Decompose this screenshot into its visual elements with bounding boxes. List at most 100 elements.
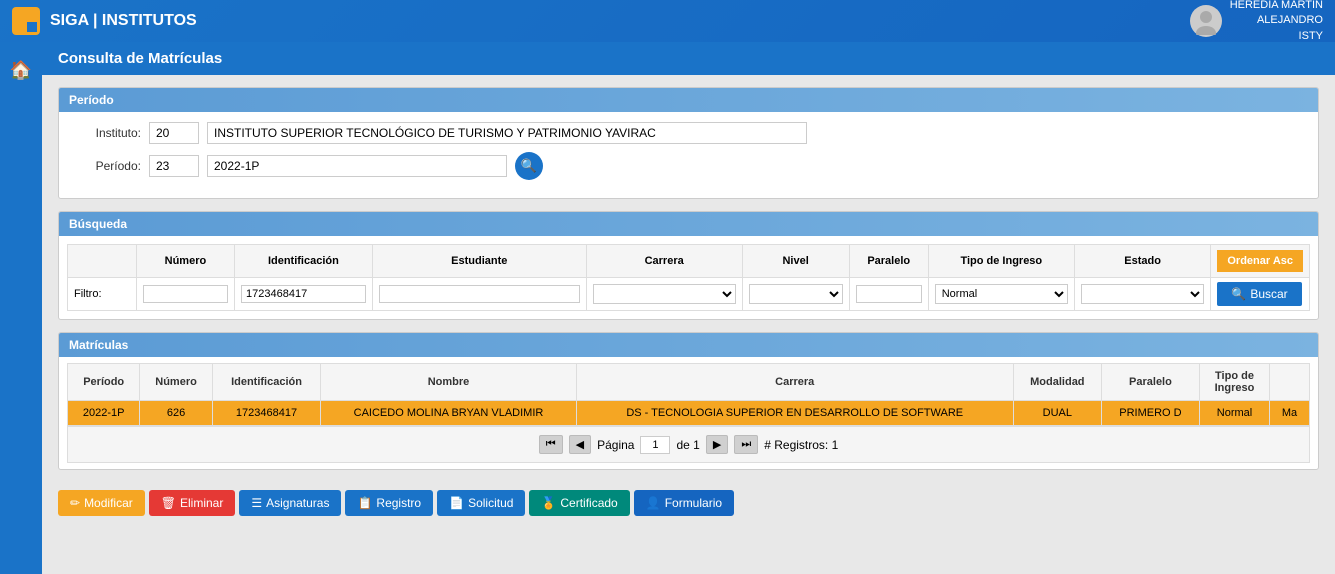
certificado-button[interactable]: 🏅 Certificado <box>529 490 629 516</box>
col-carrera: Carrera <box>576 364 1013 401</box>
home-icon[interactable]: 🏠 <box>3 52 39 88</box>
trash-icon: 🗑 <box>161 496 176 510</box>
nivel-filter-cell <box>742 278 849 311</box>
cell-carrera: DS - TECNOLOGIA SUPERIOR EN DESARROLLO D… <box>576 401 1013 426</box>
app-title: SIGA | INSTITUTOS <box>50 12 1190 30</box>
col-extra <box>1270 364 1310 401</box>
main-content: Consulta de Matrículas Período Instituto… <box>42 42 1335 574</box>
estado-filter-cell: Activo Inactivo <box>1074 278 1211 311</box>
paralelo-filter-input[interactable] <box>856 285 922 303</box>
nivel-filter-select[interactable] <box>749 284 843 304</box>
carrera-filter-select[interactable] <box>593 284 736 304</box>
col-tipo-ingreso: Tipo deIngreso <box>1199 364 1269 401</box>
clipboard-icon: 📋 <box>357 496 372 510</box>
nivel-col-header: Nivel <box>742 245 849 278</box>
cell-periodo: 2022-1P <box>68 401 140 426</box>
tipo-ingreso-col-header: Tipo de Ingreso <box>928 245 1074 278</box>
periodo-panel-header: Período <box>59 88 1318 112</box>
matriculas-panel: Matrículas Período Número Identificación… <box>58 332 1319 470</box>
user-details: HEREDIA MARTIN ALEJANDRO ISTY <box>1230 0 1323 44</box>
asignaturas-button[interactable]: ☰ Asignaturas <box>239 490 341 516</box>
periodo-search-button[interactable]: 🔍 <box>515 152 543 180</box>
buscar-button[interactable]: 🔍 Buscar <box>1217 282 1301 306</box>
cell-paralelo: PRIMERO D <box>1101 401 1199 426</box>
col-identificacion: Identificación <box>212 364 321 401</box>
matriculas-panel-header: Matrículas <box>59 333 1318 357</box>
cell-identificacion: 1723468417 <box>212 401 321 426</box>
col-nombre: Nombre <box>321 364 576 401</box>
filtro-label: Filtro: <box>74 288 102 300</box>
eliminar-button[interactable]: 🗑 Eliminar <box>149 490 236 516</box>
periodo-value-input[interactable] <box>207 155 507 177</box>
asignaturas-label: Asignaturas <box>266 496 329 510</box>
identificacion-filter-input[interactable] <box>241 285 366 303</box>
periodo-row: Período: 🔍 <box>71 152 1306 180</box>
periodo-id-input[interactable] <box>149 155 199 177</box>
identificacion-col-header: Identificación <box>235 245 373 278</box>
solicitud-label: Solicitud <box>468 496 513 510</box>
paralelo-filter-cell <box>849 278 928 311</box>
next-page-button[interactable]: ▶ <box>706 435 728 454</box>
instituto-row: Instituto: <box>71 122 1306 144</box>
document-icon: 📄 <box>449 496 464 510</box>
carrera-filter-cell <box>586 278 742 311</box>
buscar-cell: 🔍 Buscar <box>1211 278 1310 311</box>
app-header: SIGA | INSTITUTOS HEREDIA MARTIN ALEJAND… <box>0 0 1335 42</box>
avatar <box>1190 5 1222 37</box>
solicitud-button[interactable]: 📄 Solicitud <box>437 490 525 516</box>
busqueda-panel: Búsqueda Número Identificación Estudiant… <box>58 211 1319 320</box>
formulario-button[interactable]: 👤 Formulario <box>634 490 734 516</box>
sidebar: 🏠 <box>0 42 42 574</box>
certificado-label: Certificado <box>560 496 617 510</box>
estado-filter-select[interactable]: Activo Inactivo <box>1081 284 1205 304</box>
col-numero: Número <box>140 364 212 401</box>
col-modalidad: Modalidad <box>1013 364 1101 401</box>
last-page-button[interactable]: ⏭ <box>734 435 758 454</box>
registro-button[interactable]: 📋 Registro <box>345 490 433 516</box>
table-row[interactable]: 2022-1P 626 1723468417 CAICEDO MOLINA BR… <box>68 401 1310 426</box>
eliminar-label: Eliminar <box>180 496 223 510</box>
buscar-label: Buscar <box>1250 287 1287 301</box>
medal-icon: 🏅 <box>541 496 556 510</box>
tipo-ingreso-filter-cell: Normal -- Extraordinario <box>928 278 1074 311</box>
estudiante-filter-input[interactable] <box>379 285 580 303</box>
order-asc-button[interactable]: Ordenar Asc <box>1217 250 1303 272</box>
cell-tipo-ingreso: Normal <box>1199 401 1269 426</box>
user-role: ALEJANDRO <box>1230 13 1323 28</box>
first-page-button[interactable]: ⏮ <box>539 435 563 454</box>
of-label: de 1 <box>676 438 699 452</box>
estudiante-filter-cell <box>372 278 586 311</box>
user-info-area: HEREDIA MARTIN ALEJANDRO ISTY <box>1190 0 1323 44</box>
paralelo-col-header: Paralelo <box>849 245 928 278</box>
order-col-header: Ordenar Asc <box>1211 245 1310 278</box>
instituto-id-input[interactable] <box>149 122 199 144</box>
estudiante-col-header: Estudiante <box>372 245 586 278</box>
cell-nombre: CAICEDO MOLINA BRYAN VLADIMIR <box>321 401 576 426</box>
action-bar: ✏ Modificar 🗑 Eliminar ☰ Asignaturas 📋 R… <box>58 482 1319 520</box>
tipo-ingreso-filter-select[interactable]: Normal -- Extraordinario <box>935 284 1068 304</box>
matriculas-table: Período Número Identificación Nombre Car… <box>67 363 1310 426</box>
registro-label: Registro <box>376 496 421 510</box>
filter-label-col <box>68 245 137 278</box>
modificar-label: Modificar <box>84 496 133 510</box>
filter-row-label: Filtro: <box>68 278 137 311</box>
col-paralelo: Paralelo <box>1101 364 1199 401</box>
busqueda-panel-header: Búsqueda <box>59 212 1318 236</box>
cell-modalidad: DUAL <box>1013 401 1101 426</box>
carrera-col-header: Carrera <box>586 245 742 278</box>
pagination-bar: ⏮ ◀ Página de 1 ▶ ⏭ # Registros: 1 <box>67 426 1310 463</box>
user-name: HEREDIA MARTIN <box>1230 0 1323 13</box>
instituto-name-input <box>207 122 807 144</box>
prev-page-button[interactable]: ◀ <box>569 435 591 454</box>
modificar-button[interactable]: ✏ Modificar <box>58 490 145 516</box>
cell-extra: Ma <box>1270 401 1310 426</box>
person-icon: 👤 <box>646 496 661 510</box>
periodo-panel: Período Instituto: Período: 🔍 <box>58 87 1319 199</box>
search-icon: 🔍 <box>1231 287 1246 301</box>
numero-filter-input[interactable] <box>143 285 228 303</box>
registros-label: # Registros: 1 <box>764 438 838 452</box>
pencil-icon: ✏ <box>70 496 80 510</box>
page-label: Página <box>597 438 634 452</box>
numero-col-header: Número <box>136 245 234 278</box>
page-number-input[interactable] <box>640 436 670 454</box>
